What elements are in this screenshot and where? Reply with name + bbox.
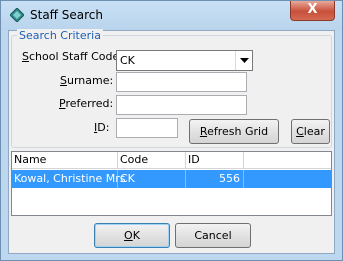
- column-header-id[interactable]: ID: [186, 152, 244, 169]
- clear-button[interactable]: Clear: [291, 119, 330, 144]
- close-icon: X: [307, 2, 318, 17]
- refresh-grid-label: Refresh Grid: [199, 125, 269, 138]
- title-bar[interactable]: Staff Search X: [1, 1, 342, 30]
- search-criteria-group: Search Criteria School Staff Code: CK Su…: [11, 29, 332, 148]
- cancel-label: Cancel: [194, 229, 232, 242]
- staff-search-window: Staff Search X Search Criteria School St…: [0, 0, 343, 261]
- preferred-input[interactable]: [116, 95, 247, 115]
- row-name-cell: Kowal, Christine Mrs: [12, 170, 126, 188]
- surname-label: Surname:: [60, 74, 114, 87]
- staff-code-value: CK: [120, 54, 135, 67]
- surname-input[interactable]: [116, 72, 247, 92]
- staff-code-dropdown-button[interactable]: [235, 51, 252, 70]
- row-code-cell: CK: [118, 170, 186, 188]
- id-input[interactable]: [116, 118, 178, 138]
- refresh-grid-button[interactable]: Refresh Grid: [189, 119, 279, 144]
- staff-code-combo[interactable]: CK: [116, 50, 253, 71]
- ok-button[interactable]: OK: [94, 223, 170, 248]
- id-label: ID:: [94, 121, 110, 134]
- diamond-app-icon: [9, 7, 25, 23]
- column-header-name[interactable]: Name: [12, 152, 118, 169]
- staff-code-label: School Staff Code:: [22, 50, 123, 63]
- search-criteria-legend: Search Criteria: [17, 29, 103, 42]
- close-button[interactable]: X: [290, 1, 335, 21]
- clear-label: Clear: [296, 125, 325, 138]
- table-row[interactable]: Kowal, Christine Mrs CK 556: [12, 170, 331, 188]
- chevron-down-icon: [240, 58, 249, 63]
- results-grid[interactable]: Name Code ID Kowal, Christine Mrs CK 556: [11, 151, 332, 216]
- column-header-code[interactable]: Code: [118, 152, 186, 169]
- dialog-body: Search Criteria School Staff Code: CK Su…: [8, 29, 335, 254]
- cancel-button[interactable]: Cancel: [175, 223, 251, 248]
- window-title: Staff Search: [30, 8, 103, 22]
- ok-label: OK: [124, 229, 140, 242]
- preferred-label: Preferred:: [59, 97, 114, 110]
- grid-header: Name Code ID: [12, 152, 331, 169]
- row-id-cell: 556: [186, 170, 244, 188]
